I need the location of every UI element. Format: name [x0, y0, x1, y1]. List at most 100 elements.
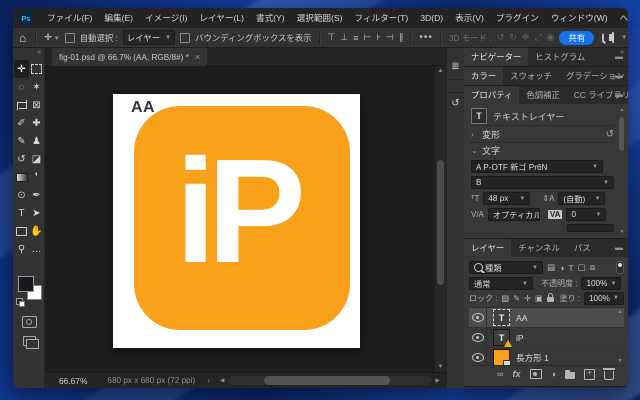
filter-type-layers-icon[interactable]: T [568, 263, 573, 273]
panel-tab[interactable]: スウォッチ [503, 67, 559, 85]
font-family-select[interactable]: A P-OTF 新ゴ Pr6N ▼ [471, 160, 603, 173]
lock-move-icon[interactable]: ✛ [524, 293, 531, 303]
auto-select-target-dropdown[interactable]: レイヤー▼ [123, 30, 175, 45]
screen-mode-button[interactable] [23, 336, 36, 346]
edit-toolbar-icon[interactable]: … [29, 240, 44, 258]
rectangle-tool[interactable] [14, 222, 29, 240]
長方形 1[interactable]: T 長方形 1 [469, 348, 624, 365]
lock-artboard-icon[interactable]: ▣ [535, 293, 543, 303]
share-button[interactable]: 共有 [559, 31, 594, 45]
panel-menu-icon[interactable]: ▬ [615, 72, 623, 80]
panel-tab[interactable]: レイヤー [464, 239, 511, 257]
panel-dock-collapse-icon[interactable]: » [620, 49, 624, 56]
layer-style-icon[interactable]: fx [513, 369, 521, 379]
align-middle-icon[interactable]: ⊥ [340, 32, 348, 43]
scroll-down-icon[interactable]: ▼ [616, 358, 624, 364]
layer-mask-icon[interactable] [530, 369, 542, 379]
3d-drag-icon[interactable]: ✥ [522, 32, 530, 43]
move-tool-preset-icon[interactable]: ✛▼ [44, 32, 60, 43]
dodge-tool[interactable]: ⊙ [14, 186, 29, 204]
filter-adjustment-layers-icon[interactable]: ◑ [559, 263, 564, 273]
3d-slide-icon[interactable]: ⤢ [534, 32, 541, 43]
align-top-icon[interactable]: ⊤ [328, 32, 336, 43]
canvas-area[interactable]: AA iP [45, 66, 434, 372]
scroll-down-icon[interactable]: ▼ [435, 364, 446, 370]
crop-tool[interactable] [14, 96, 29, 114]
character-section-header[interactable]: ⌄ 文字 [471, 143, 614, 157]
layer-thumbnail[interactable]: T [493, 329, 510, 346]
lock-all-icon[interactable] [547, 297, 554, 302]
filter-shape-layers-icon[interactable]: ▢ [578, 262, 586, 273]
search-icon[interactable] [602, 33, 604, 42]
auto-select-checkbox[interactable] [65, 33, 75, 43]
layer-thumbnail[interactable]: T [493, 349, 510, 365]
blur-tool[interactable]: ❜ [29, 168, 44, 186]
path-selection-tool[interactable]: ➤ [29, 204, 44, 222]
panel-tab[interactable]: チャンネル [511, 239, 567, 257]
history-brush-tool[interactable]: ↺ [14, 150, 29, 168]
link-layers-icon[interactable]: ∞ [497, 369, 503, 379]
zoom-tool[interactable]: ⚲ [14, 240, 29, 258]
menu-item[interactable]: レイヤー(L) [193, 8, 250, 28]
menu-item[interactable]: ファイル(F) [41, 8, 98, 28]
menu-item[interactable]: イメージ(I) [139, 8, 193, 28]
font-style-select[interactable]: B ▼ [471, 176, 614, 189]
align-bottom-icon[interactable]: ≡ [353, 33, 358, 43]
move-tool[interactable]: ✛ [14, 60, 29, 78]
type-tool[interactable]: T [14, 204, 29, 222]
distribute-icon[interactable]: ∥ [399, 32, 404, 43]
scrollbar-thumb[interactable] [264, 376, 390, 385]
filter-smart-objects-icon[interactable]: ⧈ [590, 262, 595, 273]
scroll-right-icon[interactable]: ▶ [435, 377, 440, 384]
layer-filter-select[interactable]: 種類 ▼ [469, 261, 543, 274]
status-expand-icon[interactable]: › [207, 376, 210, 385]
more-options-icon[interactable]: ••• [419, 32, 433, 43]
scrollbar-track[interactable] [228, 376, 433, 385]
scrollbar-thumb[interactable] [437, 160, 444, 285]
align-left-icon[interactable]: ⊢ [363, 32, 371, 43]
lock-paint-icon[interactable]: ✎ [513, 293, 520, 303]
scroll-up-icon[interactable]: ▲ [435, 68, 446, 74]
canvas[interactable]: AA iP [113, 94, 360, 348]
toolbar-collapse-icon[interactable]: « [37, 49, 41, 56]
tracking-select[interactable]: 0 ▼ [566, 208, 606, 221]
canvas-vertical-scrollbar[interactable]: ▲ ▼ [434, 66, 446, 372]
panel-tab[interactable]: ナビゲーター [464, 48, 528, 66]
menu-item[interactable]: フィルター(T) [348, 8, 414, 28]
scroll-up-icon[interactable]: ▲ [616, 309, 624, 315]
bounding-box-checkbox[interactable] [180, 33, 190, 43]
align-right-icon[interactable]: ⊣ [386, 32, 394, 43]
document-tab[interactable]: fig-01.psd @ 66.7% (AA, RGB/8#) * × [52, 48, 207, 66]
menu-item[interactable]: 3D(D) [414, 8, 449, 28]
close-tab-icon[interactable]: × [195, 52, 200, 62]
new-layer-icon[interactable] [584, 369, 595, 380]
blend-mode-select[interactable]: 通常 ▼ [469, 277, 533, 290]
layer-visibility-cell[interactable] [469, 328, 487, 347]
kerning-select[interactable]: オプティカル ▼ [488, 208, 540, 221]
lasso-tool[interactable]: ◌ [14, 78, 29, 96]
zoom-level[interactable]: 66.67% [59, 376, 87, 386]
history-panel-icon[interactable]: ↺ [447, 93, 464, 116]
foreground-color-swatch[interactable] [18, 276, 34, 292]
eraser-tool[interactable]: ◪ [29, 150, 44, 168]
menu-item[interactable]: 書式(Y) [250, 8, 291, 28]
brush-tool[interactable]: ✎ [14, 132, 29, 150]
adjustment-layer-icon[interactable]: ◑ [551, 369, 556, 379]
3d-orbit-icon[interactable]: ↺ [497, 32, 505, 43]
rectangular-marquee-tool[interactable] [29, 60, 44, 78]
panel-tab[interactable]: プロパティ [464, 86, 519, 104]
lock-transparency-icon[interactable]: ▨ [501, 293, 509, 303]
AA[interactable]: T AA [469, 308, 624, 328]
panel-tab[interactable]: カラー [464, 67, 503, 85]
panel-menu-icon[interactable]: ▬ [615, 244, 623, 252]
delete-layer-icon[interactable] [604, 371, 614, 380]
menu-item[interactable]: 表示(V) [449, 8, 490, 28]
opacity-select[interactable]: 100% ▼ [581, 277, 621, 290]
layer-visibility-cell[interactable] [469, 348, 487, 365]
iP[interactable]: T iP [469, 328, 624, 348]
font-size-select[interactable]: 48 px ▼ [483, 192, 530, 205]
menu-item[interactable]: 選択範囲(S) [291, 8, 349, 28]
workspace-switcher-icon[interactable] [612, 32, 614, 43]
panel-tab[interactable]: 色調補正 [519, 86, 567, 104]
3d-roll-icon[interactable]: ↻ [509, 32, 517, 43]
